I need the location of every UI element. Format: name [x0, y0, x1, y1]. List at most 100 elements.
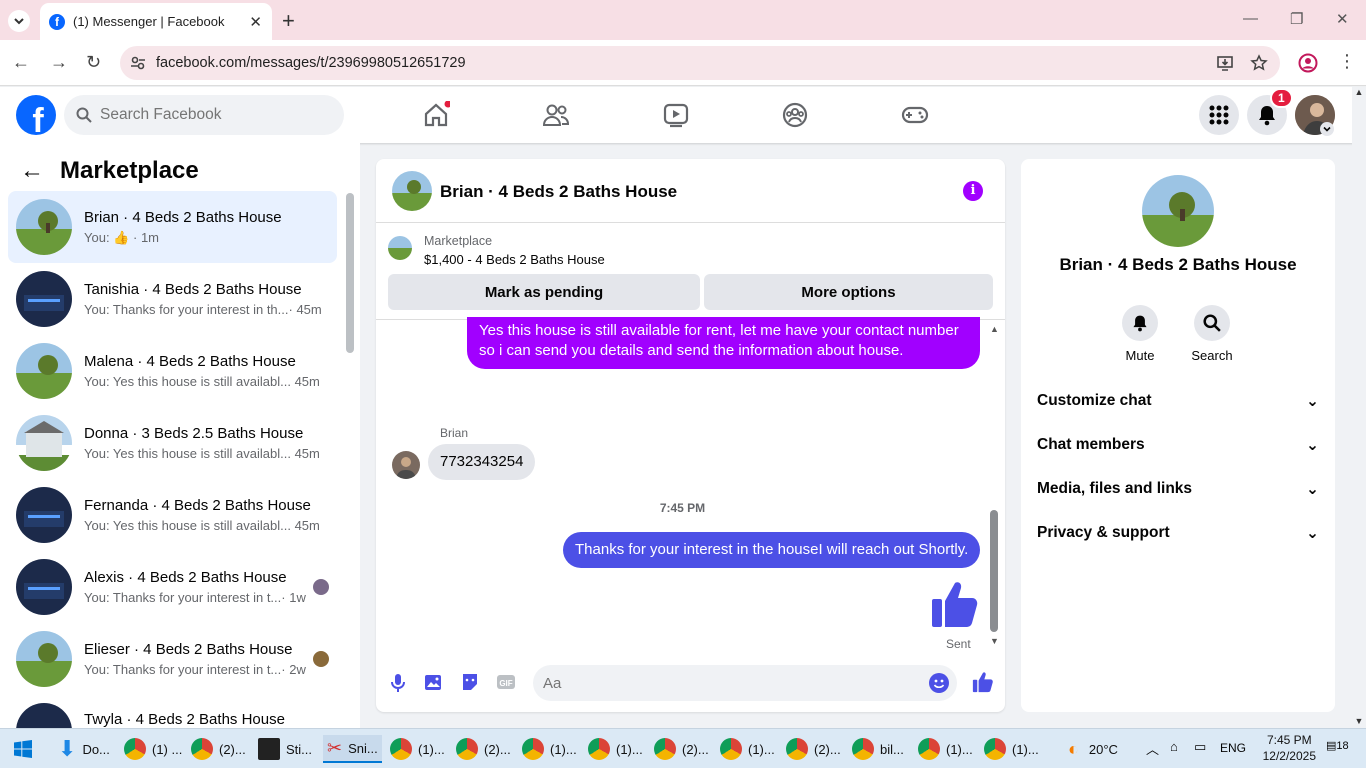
tab-search-button[interactable]	[8, 10, 30, 32]
chrome-icon	[124, 738, 146, 760]
system-clock[interactable]: 7:45 PM 12/2/2025	[1263, 732, 1316, 764]
microphone-icon[interactable]	[390, 673, 406, 693]
notification-center[interactable]: ▤18	[1326, 739, 1349, 752]
friends-icon[interactable]	[542, 101, 570, 129]
battery-icon[interactable]: ▭	[1194, 739, 1206, 755]
incoming-message[interactable]: 7732343254	[428, 444, 536, 480]
listing-title[interactable]: $1,400 - 4 Beds 2 Baths House	[424, 252, 605, 267]
taskbar-downloads[interactable]: ⬇ Do...	[58, 735, 110, 763]
house-avatar-icon	[16, 559, 72, 615]
install-app-icon[interactable]	[1216, 54, 1234, 72]
taskbar-chrome[interactable]: (1)...	[522, 735, 577, 763]
facebook-logo-icon[interactable]: f	[16, 95, 56, 135]
taskbar-sticky-notes[interactable]: Sti...	[258, 735, 312, 763]
new-tab-button[interactable]: +	[282, 8, 295, 34]
photo-icon[interactable]	[424, 672, 444, 692]
home-icon[interactable]	[422, 101, 450, 129]
taskbar-chrome[interactable]: (2)...	[456, 735, 511, 763]
read-receipt-avatar	[313, 579, 329, 595]
listing-thumbnail[interactable]	[388, 236, 412, 260]
forward-icon[interactable]: →	[50, 52, 68, 73]
search-action[interactable]: Search	[1182, 305, 1242, 363]
gif-icon[interactable]: GIF	[496, 672, 516, 692]
house-avatar-icon	[16, 343, 72, 399]
facebook-search[interactable]	[64, 95, 344, 135]
account-chevron-icon[interactable]	[1320, 122, 1334, 136]
chat-title[interactable]: Brian · 4 Beds 2 Baths House	[440, 182, 677, 202]
outgoing-message[interactable]: Yes this house is still available for re…	[467, 317, 980, 369]
notification-badge: 1	[1270, 88, 1293, 108]
search-input[interactable]	[100, 106, 320, 124]
language-indicator[interactable]: ENG	[1220, 741, 1246, 755]
taskbar-chrome[interactable]: (1)...	[918, 735, 973, 763]
taskbar-chrome[interactable]: (1)...	[390, 735, 445, 763]
taskbar-chrome[interactable]: (1)...	[984, 735, 1039, 763]
browser-menu-icon[interactable]: ⋮	[1338, 51, 1356, 72]
browser-tab[interactable]: f (1) Messenger | Facebook ✕	[40, 3, 272, 40]
back-icon[interactable]: ←	[12, 52, 30, 73]
conversation-sidebar: ← Marketplace Brian · 4 Beds 2 Baths Hou…	[0, 143, 360, 728]
gaming-icon[interactable]	[901, 101, 929, 129]
mute-action[interactable]: Mute	[1110, 305, 1170, 363]
conversation-item[interactable]: Fernanda · 4 Beds 2 Baths House You: Yes…	[8, 479, 337, 551]
minimize-icon[interactable]: —	[1243, 10, 1258, 27]
sidebar-scrollbar[interactable]	[346, 193, 354, 353]
taskbar-chrome[interactable]: (2)...	[191, 735, 246, 763]
chevron-down-icon: ⌄	[1306, 480, 1319, 498]
message-input[interactable]	[543, 674, 903, 692]
menu-button[interactable]	[1199, 95, 1239, 135]
windows-start-icon[interactable]	[14, 740, 32, 758]
tray-chevron-icon[interactable]: ︿	[1146, 739, 1159, 758]
taskbar-chrome[interactable]: bil...	[852, 735, 904, 763]
conversation-preview: You: Thanks for your interest in t...· 1…	[84, 590, 306, 605]
sender-avatar[interactable]	[392, 451, 420, 479]
chrome-icon	[191, 738, 213, 760]
conversation-item[interactable]: Donna · 3 Beds 2.5 Baths House You: Yes …	[8, 407, 337, 479]
like-send-icon[interactable]	[972, 671, 994, 693]
chat-avatar[interactable]	[392, 171, 432, 211]
conversation-item[interactable]: Elieser · 4 Beds 2 Baths House You: Than…	[8, 623, 337, 695]
media-files-section[interactable]: Media, files and links ⌄	[1037, 469, 1319, 509]
taskbar-chrome[interactable]: (2)...	[654, 735, 709, 763]
taskbar-chrome[interactable]: (1)...	[720, 735, 775, 763]
chat-members-section[interactable]: Chat members ⌄	[1037, 425, 1319, 465]
mark-pending-button[interactable]: Mark as pending	[388, 274, 700, 310]
back-arrow-icon[interactable]: ←	[20, 157, 44, 185]
sticker-icon[interactable]	[460, 672, 480, 692]
chat-scrollbar[interactable]: ▲ ▼	[990, 324, 999, 649]
page-scrollbar[interactable]: ▲ ▼	[1352, 87, 1366, 728]
message-input-box[interactable]	[533, 665, 957, 701]
site-info-icon[interactable]	[130, 55, 146, 71]
customize-chat-section[interactable]: Customize chat ⌄	[1037, 381, 1319, 421]
close-window-icon[interactable]: ✕	[1336, 10, 1349, 28]
taskbar-chrome[interactable]: (1)...	[588, 735, 643, 763]
taskbar-chrome[interactable]: (2)...	[786, 735, 841, 763]
bookmark-star-icon[interactable]	[1250, 54, 1268, 72]
network-icon[interactable]: ⌂	[1170, 739, 1178, 754]
video-icon[interactable]	[662, 101, 690, 129]
conversation-item[interactable]: Brian · 4 Beds 2 Baths House You: 👍 · 1m	[8, 191, 337, 263]
weather-widget[interactable]: ◐ 20°C	[1068, 735, 1118, 763]
profile-icon[interactable]	[1298, 53, 1318, 73]
taskbar-chrome[interactable]: (1) ...	[124, 735, 182, 763]
chevron-down-icon	[14, 18, 24, 25]
privacy-support-section[interactable]: Privacy & support ⌄	[1037, 513, 1319, 553]
reload-icon[interactable]: ↻	[86, 52, 101, 73]
groups-icon[interactable]	[781, 101, 809, 129]
chrome-icon	[720, 738, 742, 760]
bell-icon	[1133, 315, 1147, 332]
address-bar[interactable]: facebook.com/messages/t/2396998051265172…	[120, 46, 1280, 80]
conversation-item[interactable]: Twyla · 4 Beds 2 Baths House	[8, 695, 337, 728]
chrome-icon	[786, 738, 808, 760]
outgoing-message[interactable]: Thanks for your interest in the houseI w…	[563, 532, 981, 568]
conversation-item[interactable]: Malena · 4 Beds 2 Baths House You: Yes t…	[8, 335, 337, 407]
more-options-button[interactable]: More options	[704, 274, 993, 310]
emoji-icon[interactable]	[929, 673, 949, 693]
profile-avatar[interactable]	[1142, 175, 1214, 247]
taskbar-snipping-tool[interactable]: ✂ Sni...	[323, 735, 382, 763]
info-icon[interactable]: i	[963, 181, 983, 201]
conversation-item[interactable]: Alexis · 4 Beds 2 Baths House You: Thank…	[8, 551, 337, 623]
conversation-item[interactable]: Tanishia · 4 Beds 2 Baths House You: Tha…	[8, 263, 337, 335]
close-tab-icon[interactable]: ✕	[249, 13, 262, 31]
restore-icon[interactable]: ❐	[1290, 10, 1303, 28]
